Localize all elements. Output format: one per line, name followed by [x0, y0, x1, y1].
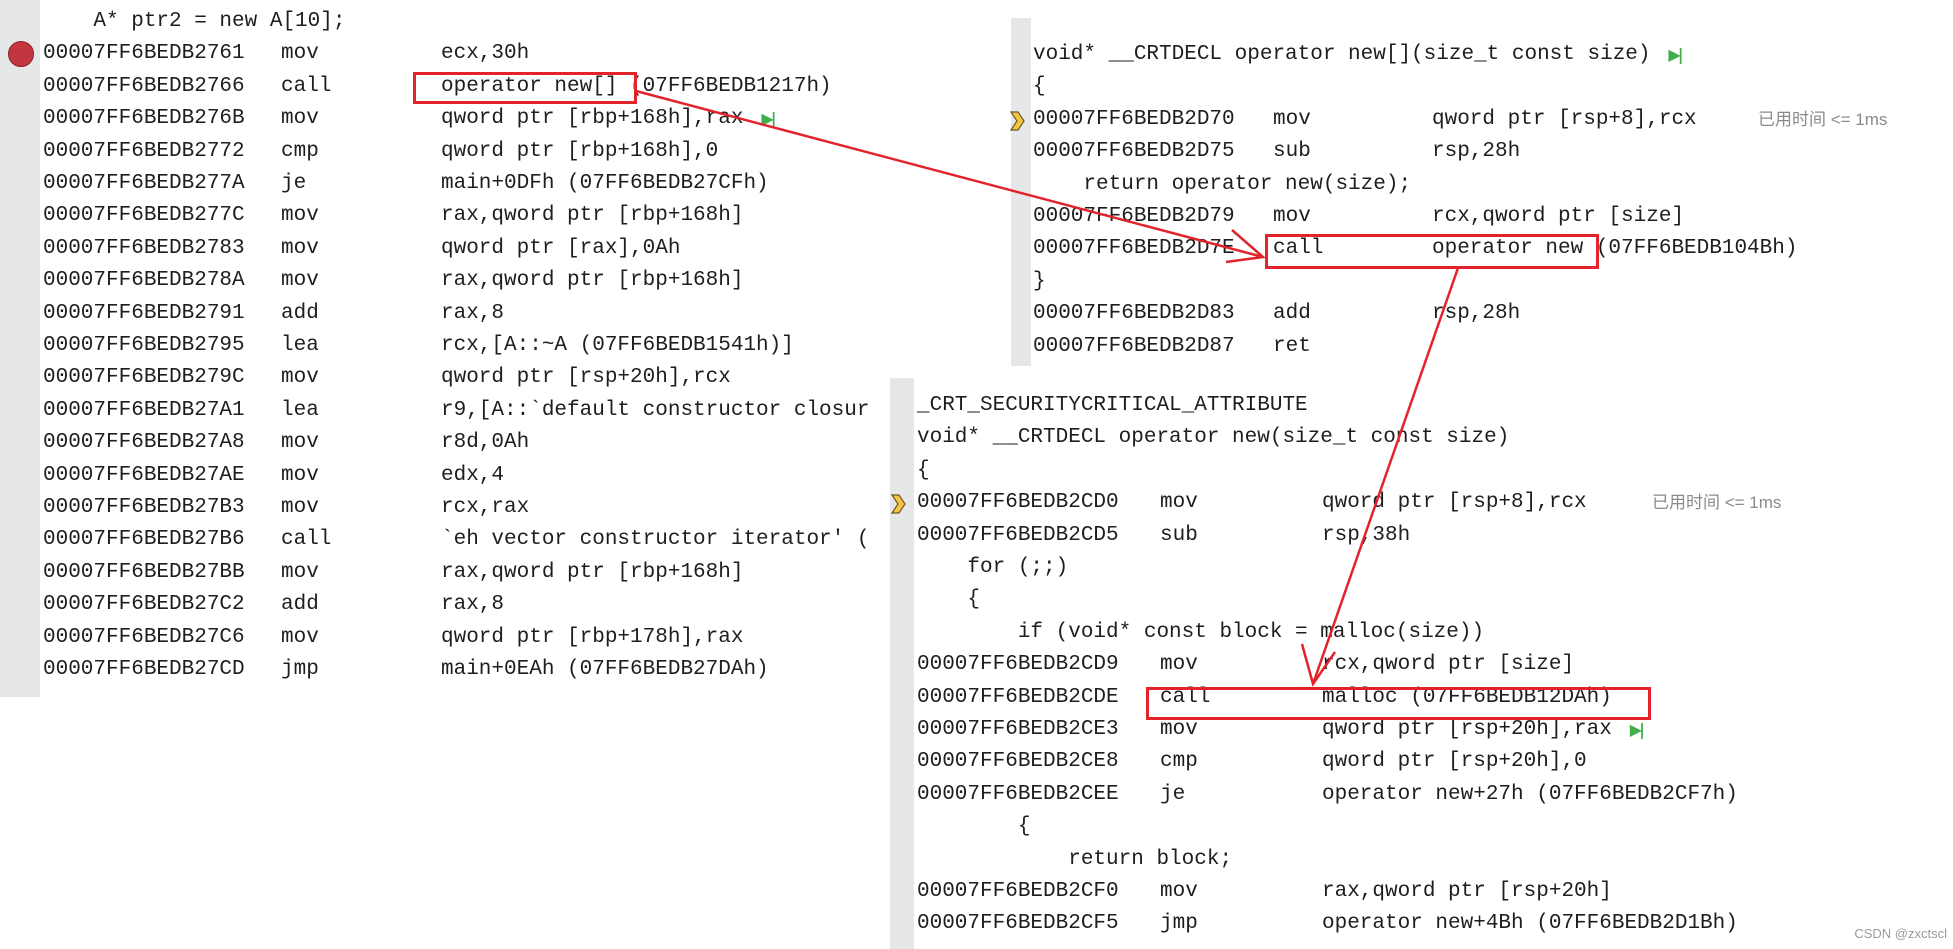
arrow-to-operator-new-array [635, 89, 1264, 259]
annotation-arrows [635, 89, 1460, 687]
arrow-head [1225, 229, 1266, 264]
arrow-head [1300, 643, 1337, 687]
arrow-to-malloc [1311, 267, 1460, 685]
watermark: CSDN @zxctscl [1854, 926, 1947, 941]
